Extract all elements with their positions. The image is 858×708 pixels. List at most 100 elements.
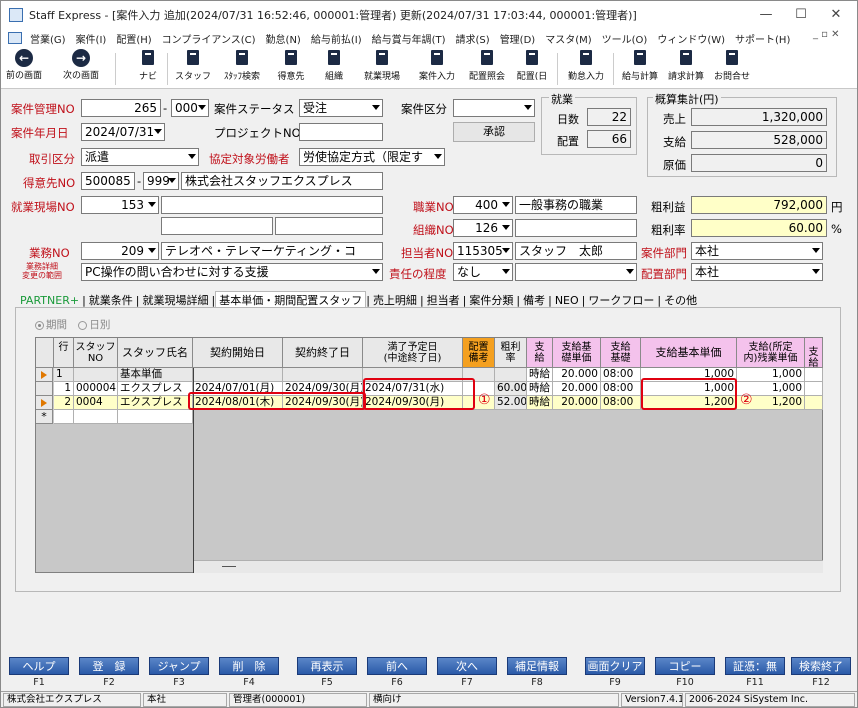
- contact-button[interactable]: お問合せ: [710, 49, 754, 82]
- prev-button[interactable]: 前へ: [367, 657, 427, 675]
- radio-daily[interactable]: [78, 320, 88, 330]
- menu-attendance[interactable]: 勤怠(N): [261, 31, 306, 46]
- org-no-select[interactable]: 126: [453, 219, 513, 237]
- cell-staff-no[interactable]: [74, 410, 118, 424]
- staff-button[interactable]: スタッフ: [173, 49, 213, 82]
- tab-site-detail[interactable]: 就業現場詳細: [140, 294, 212, 307]
- maximize-button[interactable]: ☐: [781, 5, 821, 25]
- client-name-field[interactable]: 株式会社スタッフエクスプレス: [181, 172, 383, 190]
- prev-screen-button[interactable]: ← 前の画面: [4, 49, 44, 81]
- new-row-marker[interactable]: *: [36, 410, 53, 424]
- cell-staff-name[interactable]: エクスプレス: [118, 382, 193, 396]
- job-no-select[interactable]: 400: [453, 196, 513, 214]
- cell-pay-more[interactable]: [805, 368, 823, 382]
- cell-overtime[interactable]: 1,000: [737, 368, 805, 382]
- staff-search-button[interactable]: ｽﾀｯﾌ検索: [219, 49, 265, 82]
- tab-manager[interactable]: 担当者: [424, 294, 463, 307]
- payroll-button[interactable]: 給与計算: [618, 49, 662, 82]
- resp2-select[interactable]: [515, 263, 637, 281]
- site-no-select[interactable]: 153: [81, 196, 159, 214]
- search-end-button[interactable]: 検索終了: [791, 657, 851, 675]
- work-name-field[interactable]: テレオペ・テレマーケティング・コ: [161, 242, 383, 260]
- evidence-button[interactable]: 証憑：無: [725, 657, 785, 675]
- cell-base[interactable]: 08:00: [601, 382, 641, 396]
- assign-query-button[interactable]: 配置照会: [467, 49, 507, 82]
- row-marker[interactable]: [36, 382, 53, 396]
- cell-base-price[interactable]: 20.000: [553, 396, 601, 410]
- case-no-field[interactable]: 265: [81, 99, 161, 117]
- delete-button[interactable]: 削 除: [219, 657, 279, 675]
- tab-other[interactable]: その他: [661, 294, 700, 307]
- menu-support[interactable]: サポート(H): [730, 31, 795, 46]
- cell-staff-name[interactable]: エクスプレス: [118, 396, 193, 410]
- tab-sales-detail[interactable]: 売上明細: [370, 294, 420, 307]
- menu-tools[interactable]: ツール(O): [597, 31, 653, 46]
- minimize-button[interactable]: —: [746, 5, 786, 25]
- next-screen-button[interactable]: → 次の画面: [61, 49, 101, 81]
- deal-kind-select[interactable]: 派遣: [81, 148, 199, 166]
- menu-sales[interactable]: 営業(G): [25, 31, 71, 46]
- menu-assign[interactable]: 配置(H): [111, 31, 156, 46]
- mdi-controls[interactable]: _ ▫ ✕: [813, 29, 840, 40]
- attendance-button[interactable]: 勤怠入力: [564, 49, 608, 82]
- cell-base[interactable]: 08:00: [601, 396, 641, 410]
- manager-no-select[interactable]: 115305: [453, 242, 513, 260]
- tab-neo[interactable]: NEO: [552, 294, 582, 307]
- project-field[interactable]: [299, 123, 383, 141]
- menu-billing[interactable]: 請求(S): [451, 31, 495, 46]
- assign-dept-select[interactable]: 本社: [691, 263, 823, 281]
- next-button[interactable]: 次へ: [437, 657, 497, 675]
- assign-day-button[interactable]: 配置(日: [513, 49, 551, 82]
- close-button[interactable]: ✕: [816, 5, 856, 25]
- cell-base-price[interactable]: 20.000: [553, 382, 601, 396]
- radio-period[interactable]: [35, 320, 44, 330]
- agreement-select[interactable]: 労使協定方式（限定す: [299, 148, 445, 166]
- cell-pay-kind[interactable]: 時給: [527, 396, 553, 410]
- case-no-sub-select[interactable]: 000: [171, 99, 209, 117]
- help-button[interactable]: ヘルプ: [9, 657, 69, 675]
- approve-button[interactable]: 承認: [453, 122, 535, 142]
- client-button[interactable]: 得意先: [273, 49, 309, 82]
- cell-staff-no[interactable]: 0004: [74, 396, 118, 410]
- refresh-button[interactable]: 再表示: [297, 657, 357, 675]
- horizontal-scrollbar[interactable]: [194, 560, 823, 573]
- org-name-field[interactable]: [515, 219, 637, 237]
- case-kind-select[interactable]: [453, 99, 535, 117]
- cell-staff-name[interactable]: [118, 410, 193, 424]
- menu-case[interactable]: 案件(I): [71, 31, 112, 46]
- site-extra-field-2[interactable]: [275, 217, 383, 235]
- case-status-select[interactable]: 受注: [299, 99, 383, 117]
- cell-pay-more[interactable]: [805, 382, 823, 396]
- tab-partner[interactable]: PARTNER+: [17, 294, 82, 307]
- menu-compliance[interactable]: コンプライアンス(C): [157, 31, 261, 46]
- billing-button[interactable]: 請求計算: [664, 49, 708, 82]
- row-marker[interactable]: [36, 396, 53, 410]
- manager-name-field[interactable]: スタッフ 太郎: [515, 242, 637, 260]
- site-extra-field-1[interactable]: [161, 217, 273, 235]
- cell-pay-more[interactable]: [805, 396, 823, 410]
- supplement-button[interactable]: 補足情報: [507, 657, 567, 675]
- jump-button[interactable]: ジャンプ: [149, 657, 209, 675]
- cell-end[interactable]: [283, 368, 363, 382]
- case-input-button[interactable]: 案件入力: [413, 49, 461, 82]
- site-name-field[interactable]: [161, 196, 383, 214]
- dept-select[interactable]: 本社: [691, 242, 823, 260]
- tab-notes[interactable]: 備考: [520, 294, 548, 307]
- work-detail-select[interactable]: PC操作の問い合わせに対する支援: [81, 263, 383, 281]
- cell-start[interactable]: [193, 368, 283, 382]
- row-marker[interactable]: [36, 368, 53, 382]
- cell-staff-name[interactable]: 基本単価: [118, 368, 193, 382]
- org-button[interactable]: 組織: [319, 49, 349, 82]
- register-button[interactable]: 登 録: [79, 657, 139, 675]
- copy-button[interactable]: コピー: [655, 657, 715, 675]
- scroll-thumb[interactable]: [222, 566, 236, 567]
- work-no-select[interactable]: 209: [81, 242, 159, 260]
- job-name-field[interactable]: 一般事務の職業: [515, 196, 637, 214]
- menu-admin[interactable]: 管理(D): [495, 31, 541, 46]
- case-date-picker[interactable]: 2024/07/31: [81, 123, 165, 141]
- menu-master[interactable]: マスタ(M): [540, 31, 596, 46]
- tab-workflow[interactable]: ワークフロー: [585, 294, 657, 307]
- client-no-field[interactable]: 500085: [81, 172, 135, 190]
- menu-advance[interactable]: 給与前払(I): [306, 31, 367, 46]
- site-button[interactable]: 就業現場: [359, 49, 405, 82]
